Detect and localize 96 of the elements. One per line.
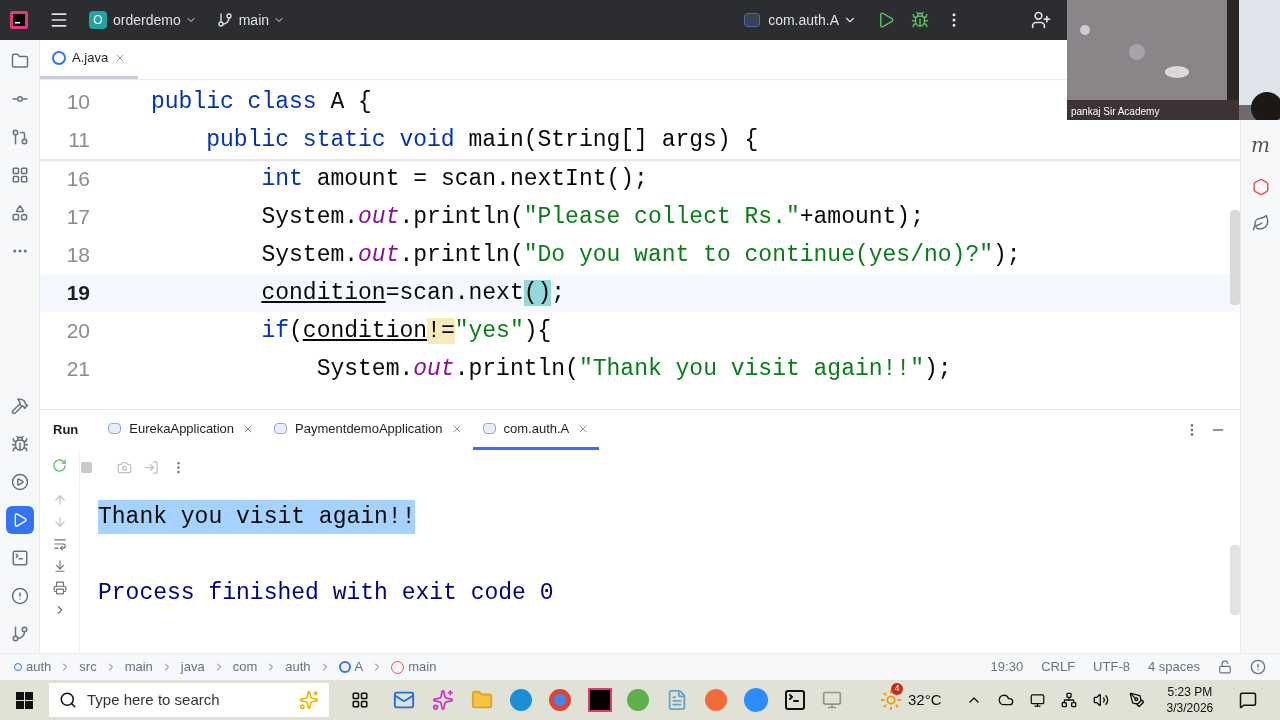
window-icon <box>108 423 122 434</box>
notification-icon[interactable] <box>1239 691 1258 709</box>
branch-selector[interactable]: main <box>238 9 286 31</box>
panel-title: Run <box>53 421 79 440</box>
run-config-selector[interactable]: com.auth.A <box>768 9 857 31</box>
line-number: 10 <box>65 89 90 116</box>
search-field[interactable]: Type here to search <box>87 688 289 712</box>
code-line: System.out.println("Thank you visit again!!"); <box>315 354 952 384</box>
scroll-end-icon[interactable] <box>52 559 67 573</box>
breadcrumb[interactable]: auth <box>26 657 52 677</box>
network-icon[interactable] <box>1060 692 1077 708</box>
breadcrumb[interactable]: main <box>124 657 153 677</box>
scrollbar-thumb[interactable] <box>1230 210 1240 305</box>
terminal-icon[interactable] <box>10 549 29 567</box>
breadcrumb[interactable]: A <box>354 657 364 677</box>
ide-app-icon[interactable] <box>588 688 612 712</box>
line-number: 16 <box>65 166 90 193</box>
browser-icon[interactable] <box>510 689 532 711</box>
run-icon[interactable] <box>877 11 895 29</box>
breadcrumb[interactable]: com <box>232 657 258 677</box>
window-icon <box>274 423 288 434</box>
app-logo-icon <box>10 11 28 29</box>
project-badge: O <box>89 11 107 29</box>
run-tab[interactable]: com.auth.A <box>472 410 600 450</box>
debug-icon[interactable] <box>911 11 929 29</box>
breadcrumb[interactable]: src <box>79 657 97 677</box>
task-view-icon[interactable] <box>351 691 369 709</box>
notifications-icon[interactable] <box>1250 659 1266 675</box>
line-number: 20 <box>65 318 90 345</box>
code-line: public static void main(String[] args) { <box>205 125 759 155</box>
hammer-icon[interactable] <box>10 397 29 415</box>
volume-icon[interactable] <box>1092 692 1109 708</box>
project-selector[interactable]: orderdemo <box>113 9 197 31</box>
code-line: if(condition!="yes"){ <box>260 316 552 346</box>
print-icon[interactable] <box>52 581 67 595</box>
meeting-app-icon[interactable] <box>744 688 768 712</box>
hexagon-icon[interactable] <box>1251 178 1270 196</box>
temperature[interactable]: 32°C <box>908 688 942 712</box>
run-tab[interactable]: PaymentdemoApplication <box>264 410 473 450</box>
mail-app-icon[interactable] <box>393 689 415 711</box>
cloud-icon[interactable] <box>997 692 1014 708</box>
run-config-icon <box>744 13 761 27</box>
editor-tab[interactable]: A.java <box>40 39 139 79</box>
console-output: Thank you visit again!! <box>98 499 416 535</box>
shapes-icon[interactable] <box>10 204 29 222</box>
clock-date[interactable]: 3/3/2026 <box>1166 700 1214 716</box>
sparkle-icon <box>299 690 319 710</box>
line-number: 19 <box>65 280 90 307</box>
run-tool-button[interactable] <box>5 506 34 534</box>
breadcrumb[interactable]: main <box>408 657 437 677</box>
weather-badge: 4 <box>891 683 903 695</box>
window-icon <box>482 423 496 434</box>
debug-icon[interactable] <box>10 435 29 453</box>
assistant-app-icon[interactable] <box>432 689 454 711</box>
branch-icon <box>216 12 233 28</box>
run-tab[interactable]: EurekaApplication <box>98 410 265 450</box>
participant-name: pankaj Sir Academy <box>1071 105 1160 119</box>
code-line: condition=scan.next(); <box>260 278 566 308</box>
leaf-icon[interactable] <box>1251 214 1270 232</box>
weather-icon[interactable] <box>880 689 902 711</box>
services-icon[interactable] <box>10 473 29 491</box>
windows-logo-icon[interactable] <box>16 691 33 709</box>
code-line: System.out.println("Please collect Rs."+amount); <box>260 202 924 232</box>
status-item[interactable]: 4 spaces <box>1147 657 1200 677</box>
line-number: 11 <box>67 127 90 154</box>
terminal-app-icon[interactable] <box>783 688 807 712</box>
problems-icon[interactable] <box>10 587 29 605</box>
git-icon[interactable] <box>10 625 29 643</box>
breadcrumb[interactable]: auth <box>285 657 311 677</box>
rerun-icon[interactable] <box>52 458 67 473</box>
code-line: public class A { <box>151 87 372 117</box>
menu-icon[interactable] <box>49 10 69 30</box>
structure-icon[interactable] <box>10 166 29 184</box>
pen-icon[interactable] <box>1128 692 1145 708</box>
scrollbar-thumb[interactable] <box>1230 545 1240 615</box>
meet-now-icon[interactable] <box>1029 692 1045 708</box>
class-icon <box>52 50 66 65</box>
wrap-icon[interactable] <box>52 537 67 551</box>
status-item[interactable]: CRLF <box>1041 657 1076 677</box>
lock-icon[interactable] <box>1218 660 1232 674</box>
line-number: 18 <box>65 242 90 269</box>
code-line: int amount = scan.nextInt(); <box>260 164 648 194</box>
code-line: System.out.println("Do you want to continue(yes/no)?"); <box>260 240 1021 270</box>
line-number: 17 <box>65 204 90 231</box>
plugin-button[interactable]: m <box>1251 130 1270 160</box>
breadcrumb[interactable]: java <box>180 657 205 677</box>
status-item[interactable]: 19:30 <box>990 657 1024 677</box>
pull-request-icon[interactable] <box>10 128 29 146</box>
search-icon <box>59 691 77 709</box>
search-box[interactable]: Type here to search <box>49 683 329 717</box>
status-item[interactable]: UTF-8 <box>1093 657 1130 677</box>
add-user-icon[interactable] <box>1031 10 1051 30</box>
line-number: 21 <box>65 356 90 383</box>
clock-time[interactable]: 5:23 PM <box>1167 684 1213 700</box>
folder-icon[interactable] <box>10 52 29 70</box>
class-icon <box>338 661 351 673</box>
